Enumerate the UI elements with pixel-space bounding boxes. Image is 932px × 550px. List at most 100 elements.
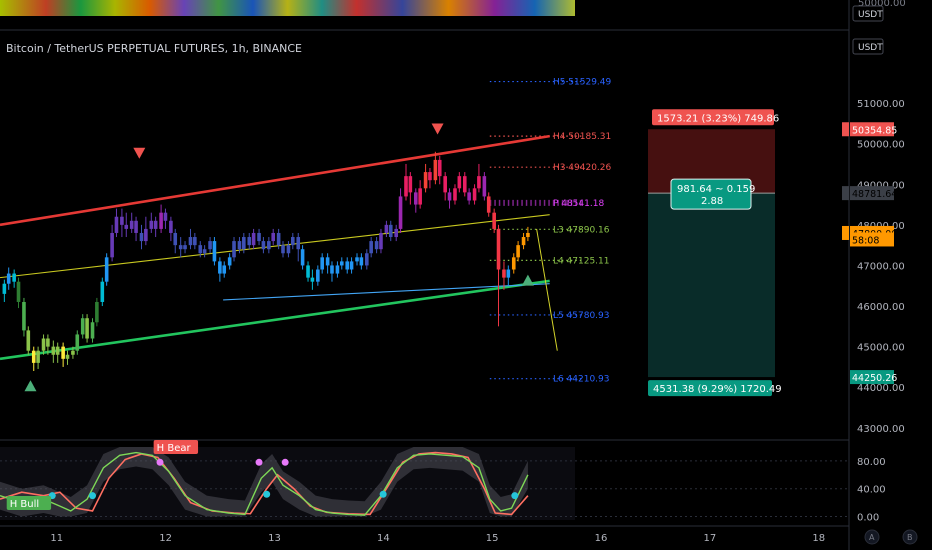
candle-body [437, 159, 442, 177]
candle-body [271, 232, 276, 242]
candle-body [369, 241, 373, 254]
candle-body [61, 346, 65, 359]
candle-body [134, 220, 138, 233]
candle-body [482, 176, 487, 197]
entry-label: 981.64 ~ 0.159 [677, 184, 755, 195]
candle-body [316, 269, 320, 282]
candle-body [100, 281, 105, 302]
price-marker-tab [842, 225, 849, 240]
candle-body [65, 354, 70, 359]
candle-body [208, 241, 212, 250]
candle-body [169, 220, 173, 233]
candle-body [104, 257, 109, 282]
candle-body [453, 188, 457, 201]
candle-body [95, 301, 99, 323]
currency-label-top: USDT [858, 10, 883, 20]
price-marker-label: 44250.26 [852, 373, 897, 384]
oscillator-dot [263, 490, 271, 498]
candle-body [198, 245, 203, 254]
price-tick-label: 47000.00 [857, 261, 905, 272]
time-tick-label: 18 [812, 533, 825, 544]
candle-body [124, 224, 129, 229]
target-label: 4531.38 (9.29%) 1720.49 [653, 384, 782, 395]
candle-body [139, 232, 144, 242]
candle-body [349, 261, 354, 270]
price-tick-label: 50000.00 [857, 140, 905, 151]
pivot-label-L3: L3 47890.16 [553, 225, 610, 235]
candle-body [404, 176, 408, 197]
candle-body [173, 232, 178, 246]
candle-body [85, 318, 89, 339]
time-tick-label: 13 [268, 533, 281, 544]
pivot-label-H5: H5 51529.49 [553, 78, 612, 88]
candle-body [374, 241, 379, 250]
candle-body [300, 249, 305, 266]
candle-body [31, 350, 36, 363]
candle-body [296, 237, 301, 250]
candle-body [41, 338, 46, 351]
candle-body [12, 273, 16, 282]
auto-scale-icon: A [869, 533, 875, 542]
oscillator-tick-label: 80.00 [857, 457, 886, 468]
time-tick-label: 17 [704, 533, 717, 544]
oscillator-dot [156, 458, 164, 466]
candle-body [521, 237, 526, 246]
price-marker-tab [842, 186, 849, 201]
candle-body [447, 192, 452, 201]
candle-body [496, 228, 501, 270]
price-tick-label: 44000.00 [857, 383, 905, 394]
top-scale-label: 50000.00 [858, 0, 906, 9]
chart-stage[interactable]: 50000.00 USDT USDT Bitcoin / TetherUS PE… [0, 0, 932, 550]
candle-body [149, 220, 154, 229]
candle-body [345, 261, 350, 270]
oscillator-dot [255, 458, 263, 466]
candle-body [26, 330, 31, 351]
candle-body [110, 232, 114, 258]
chart-title: Bitcoin / TetherUS PERPETUAL FUTURES, 1h… [6, 42, 302, 55]
time-tick-label: 16 [595, 533, 608, 544]
candle-body [330, 265, 334, 274]
candle-body [36, 350, 40, 363]
price-marker-label: 58:08 [852, 235, 879, 246]
price-tick-label: 51000.00 [857, 99, 905, 110]
oscillator-dot [89, 492, 97, 500]
candle-body [75, 334, 80, 351]
pivot-label-L4: L4 47125.11 [553, 256, 610, 266]
price-marker-label: 48781.64 [852, 189, 897, 200]
pivot-label-L5: L5 45780.93 [553, 311, 610, 321]
candle-body [320, 257, 324, 270]
candle-body [423, 172, 428, 189]
candle-body [257, 232, 261, 242]
candle-body [46, 338, 50, 347]
time-tick-label: 11 [50, 533, 63, 544]
price-marker-tab [842, 122, 849, 137]
candle-body [114, 216, 119, 233]
candle-body [290, 237, 295, 246]
candle-body [222, 265, 227, 274]
pivot-label-H3: H3 49420.26 [553, 163, 612, 173]
candle-body [261, 241, 266, 250]
candle-body [394, 228, 398, 238]
candle-body [477, 176, 481, 189]
oscillator-dot [511, 492, 519, 500]
candle-body [178, 245, 183, 250]
candle-body [379, 232, 383, 250]
time-tick-label: 12 [159, 533, 172, 544]
candle-body [506, 269, 511, 278]
log-scale-icon: B [907, 533, 913, 542]
candle-body [276, 232, 281, 246]
candle-body [16, 281, 21, 302]
pivot-label-L6: L6 44210.93 [553, 375, 610, 385]
candle-body [218, 261, 222, 274]
price-tick-label: 43000.00 [857, 424, 905, 435]
candle-body [55, 346, 60, 355]
candle-body [247, 237, 252, 246]
candle-body [242, 237, 246, 250]
candle-body [227, 257, 232, 266]
candle-body [398, 196, 403, 229]
oscillator-label: H Bear [157, 443, 192, 454]
candle-body [251, 232, 256, 246]
candle-body [51, 346, 56, 355]
candle-body [462, 176, 467, 193]
candle-body [418, 188, 422, 205]
